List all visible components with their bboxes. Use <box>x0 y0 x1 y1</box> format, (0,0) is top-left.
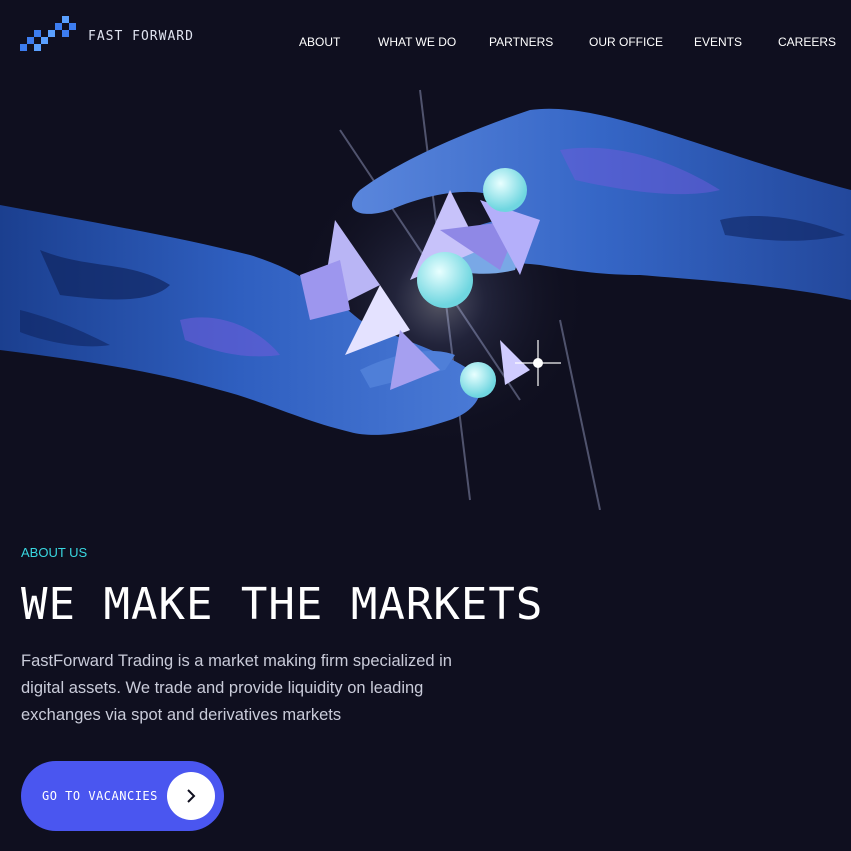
nav-item-about[interactable]: ABOUT <box>299 35 340 49</box>
go-to-vacancies-button[interactable]: GO TO VACANCIES <box>21 761 224 831</box>
nav-item-our-office[interactable]: OUR OFFICE <box>589 35 663 49</box>
main-nav: ABOUT WHAT WE DO PARTNERS OUR OFFICE EVE… <box>0 35 851 51</box>
chevron-right-icon <box>167 772 215 820</box>
intro-paragraph: FastForward Trading is a market making f… <box>21 652 452 724</box>
nav-item-partners[interactable]: PARTNERS <box>489 35 553 49</box>
page-title: WE MAKE THE MARKETS <box>21 579 544 630</box>
hero-image <box>0 70 851 510</box>
section-eyebrow: ABOUT US <box>21 545 88 560</box>
nav-item-careers[interactable]: CAREERS <box>778 35 836 49</box>
nav-item-events[interactable]: EVENTS <box>694 35 742 49</box>
nav-item-what-we-do[interactable]: WHAT WE DO <box>378 35 456 49</box>
go-to-vacancies-label: GO TO VACANCIES <box>42 789 158 803</box>
